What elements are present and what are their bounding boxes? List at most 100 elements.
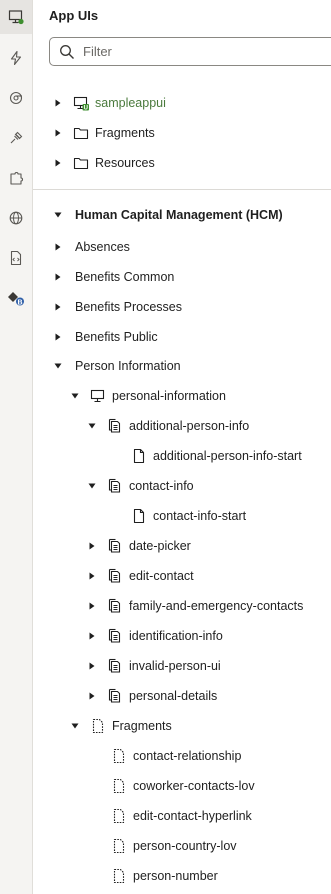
tree-label: person-country-lov (133, 839, 237, 853)
expand-caret-icon[interactable] (53, 302, 63, 312)
svg-text:B: B (17, 299, 22, 306)
fragment-icon (111, 778, 127, 794)
tree-item-contact-relationship[interactable]: contact-relationship (33, 741, 331, 771)
tree-item-absences[interactable]: Absences (33, 232, 331, 262)
tree-item-family-and-emergency-contacts[interactable]: family-and-emergency-contacts (33, 591, 331, 621)
page-icon (131, 448, 147, 464)
collapse-caret-icon[interactable] (53, 210, 63, 220)
tree-item-person-number[interactable]: person-number (33, 861, 331, 891)
tree-label: Benefits Common (75, 270, 175, 284)
tree-item-contact-info-start[interactable]: contact-info-start (33, 501, 331, 531)
collapse-caret-icon[interactable] (87, 421, 97, 431)
flow-icon (107, 538, 123, 554)
tree-item-additional-person-info[interactable]: additional-person-info (33, 411, 331, 441)
components-icon (10, 172, 23, 185)
fragment-icon (111, 838, 127, 854)
web-apps-icon (9, 211, 23, 225)
tree-label: edit-contact-hyperlink (133, 809, 252, 823)
tree-item-fragments[interactable]: Fragments (33, 711, 331, 741)
fragment-folder-icon (90, 718, 106, 734)
collapse-caret-icon[interactable] (87, 481, 97, 491)
rail-app-uis[interactable] (0, 0, 32, 34)
tree-item-date-picker[interactable]: date-picker (33, 531, 331, 561)
collapse-caret-icon[interactable] (70, 391, 80, 401)
activity-rail: B (0, 0, 33, 894)
tree-item-personal-information[interactable]: personal-information (33, 381, 331, 411)
flow-icon (107, 598, 123, 614)
tree-item-edit-contact-hyperlink[interactable]: edit-contact-hyperlink (33, 801, 331, 831)
expand-caret-icon[interactable] (53, 128, 63, 138)
rail-source-files[interactable] (0, 241, 32, 275)
tree-label: Human Capital Management (HCM) (75, 208, 283, 222)
tree-label: personal-details (129, 689, 218, 703)
tree-label: sampleappui (95, 96, 166, 110)
tree-item-benefits-processes[interactable]: Benefits Processes (33, 292, 331, 322)
expand-caret-icon[interactable] (87, 631, 97, 641)
monitor-icon: U (73, 95, 89, 111)
rail-components[interactable] (0, 161, 32, 195)
search-icon (60, 44, 74, 59)
tree-item-invalid-person-ui[interactable]: invalid-person-ui (33, 651, 331, 681)
fragment-icon (111, 868, 127, 884)
tree-item-coworker-contacts-lov[interactable]: coworker-contacts-lov (33, 771, 331, 801)
fragment-icon (111, 748, 127, 764)
updated-badge: U (84, 105, 88, 111)
tree-label: Absences (75, 240, 130, 254)
expand-caret-icon[interactable] (53, 98, 63, 108)
flow-icon (107, 568, 123, 584)
flow-icon (107, 658, 123, 674)
rail-services[interactable] (0, 121, 32, 155)
tree-item-benefits-public[interactable]: Benefits Public (33, 322, 331, 352)
expand-caret-icon[interactable] (53, 242, 63, 252)
tree-item-hcm[interactable]: Human Capital Management (HCM) (33, 200, 331, 230)
tree-item-additional-person-info-start[interactable]: additional-person-info-start (33, 441, 331, 471)
collapse-caret-icon[interactable] (53, 361, 63, 371)
tree-item-identification-info[interactable]: identification-info (33, 621, 331, 651)
collapse-caret-icon[interactable] (70, 721, 80, 731)
filter-input[interactable] (83, 44, 303, 59)
tree-label: contact-info-start (153, 509, 247, 523)
rail-events[interactable] (0, 81, 32, 115)
extensions-icon: B (8, 292, 24, 306)
tree-label: invalid-person-ui (129, 659, 221, 673)
tree-item-person-country-lov[interactable]: person-country-lov (33, 831, 331, 861)
tree-label: family-and-emergency-contacts (129, 599, 304, 613)
expand-caret-icon[interactable] (87, 541, 97, 551)
tree-label: coworker-contacts-lov (133, 779, 255, 793)
tree-item-personal-details[interactable]: personal-details (33, 681, 331, 711)
tree-label: contact-info (129, 479, 194, 493)
rail-extensions[interactable]: B (0, 281, 32, 315)
tree-item-edit-contact[interactable]: edit-contact (33, 561, 331, 591)
expand-caret-icon[interactable] (87, 661, 97, 671)
rail-actions[interactable] (0, 41, 32, 75)
tree-item-sampleappui[interactable]: U sampleappui (33, 88, 331, 118)
tree-label: date-picker (129, 539, 191, 553)
flow-icon (107, 478, 123, 494)
tree-item-fragments-root[interactable]: Fragments (33, 118, 331, 148)
tree-label: contact-relationship (133, 749, 242, 763)
expand-caret-icon[interactable] (87, 691, 97, 701)
flow-icon (107, 688, 123, 704)
flow-icon (107, 418, 123, 434)
tree-label: Benefits Public (75, 330, 158, 344)
tree-label: edit-contact (129, 569, 194, 583)
tree-item-benefits-common[interactable]: Benefits Common (33, 262, 331, 292)
expand-caret-icon[interactable] (53, 158, 63, 168)
tree-label: Fragments (112, 719, 172, 733)
expand-caret-icon[interactable] (53, 272, 63, 282)
rail-web-apps[interactable] (0, 201, 32, 235)
tree-label: identification-info (129, 629, 223, 643)
expand-caret-icon[interactable] (87, 571, 97, 581)
tree-item-resources[interactable]: Resources (33, 148, 331, 178)
actions-icon (10, 50, 22, 66)
tree-item-contact-info[interactable]: contact-info (33, 471, 331, 501)
expand-caret-icon[interactable] (87, 601, 97, 611)
page-icon (131, 508, 147, 524)
filter-box[interactable] (49, 37, 331, 66)
expand-caret-icon[interactable] (53, 332, 63, 342)
flow-icon (107, 628, 123, 644)
tree-item-person-information[interactable]: Person Information (33, 351, 331, 381)
app-uis-icon (8, 10, 24, 25)
tree-label: Resources (95, 156, 155, 170)
tree-label: Person Information (75, 359, 181, 373)
